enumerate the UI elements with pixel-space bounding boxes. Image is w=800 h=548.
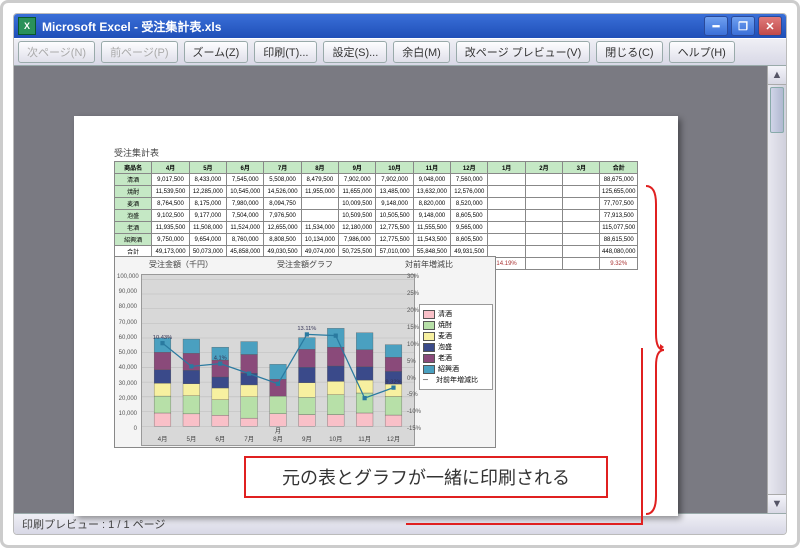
status-bar: 印刷プレビュー : 1 / 1 ページ xyxy=(14,513,786,534)
app-window: X Microsoft Excel - 受注集計表.xls ━ ❐ ✕ 次ページ… xyxy=(13,13,787,535)
table-header: 1月 xyxy=(488,162,525,174)
margin-button[interactable]: 余白(M) xyxy=(393,41,450,63)
scroll-thumb[interactable] xyxy=(770,87,784,133)
table-row: 紹興酒9,750,0009,654,0008,760,0008,808,5001… xyxy=(115,234,638,246)
svg-text:5月: 5月 xyxy=(186,435,196,443)
chart-title: 受注金額グラフ xyxy=(243,259,367,270)
chart-y2-title: 対前年増減比 xyxy=(367,259,491,270)
table-header: 7月 xyxy=(264,162,301,174)
minimize-button[interactable]: ━ xyxy=(704,16,728,36)
maximize-button[interactable]: ❐ xyxy=(731,16,755,36)
svg-text:9月: 9月 xyxy=(302,435,312,443)
svg-text:月: 月 xyxy=(275,427,281,435)
table-header: 12月 xyxy=(451,162,488,174)
print-button[interactable]: 印刷(T)... xyxy=(254,41,317,63)
zoom-button[interactable]: ズーム(Z) xyxy=(184,41,249,63)
table-header: 10月 xyxy=(376,162,413,174)
prev-page-button[interactable]: 前ページ(P) xyxy=(101,41,177,63)
svg-text:11月: 11月 xyxy=(358,435,371,443)
table-row: 焼酎11,539,50012,285,00010,545,00014,526,0… xyxy=(115,186,638,198)
table-header: 4月 xyxy=(152,162,189,174)
svg-text:12月: 12月 xyxy=(387,435,400,443)
chart-plot-area: 4月 5月 6月 7月 8月 9月 10月 11月 12月 月 10.43% 4.1% 13.11% 9.… xyxy=(141,274,415,446)
svg-text:13.11%: 13.11% xyxy=(297,326,316,332)
preview-workspace: 受注集計表 商品名4月5月6月7月8月9月10月11月12月1月2月3月合計 清… xyxy=(14,66,786,513)
excel-icon: X xyxy=(18,17,36,35)
table-header: 2月 xyxy=(525,162,562,174)
chart-y2-axis: 30%25%20%15%10%5%0%-5%-10%-15% xyxy=(407,274,425,432)
svg-text:8月: 8月 xyxy=(273,435,283,443)
table-row: 泡盛9,102,5009,177,0007,504,0007,976,50010… xyxy=(115,210,638,222)
svg-text:10.43%: 10.43% xyxy=(153,335,172,341)
svg-text:4.1%: 4.1% xyxy=(214,355,227,361)
data-table: 商品名4月5月6月7月8月9月10月11月12月1月2月3月合計 清酒9,017… xyxy=(114,161,638,270)
vertical-scrollbar[interactable]: ▲ ▼ xyxy=(767,66,786,513)
table-header: 合計 xyxy=(600,162,638,174)
table-row: 老酒11,935,50011,508,00011,524,00012,655,0… xyxy=(115,222,638,234)
close-preview-button[interactable]: 閉じる(C) xyxy=(596,41,662,63)
table-header: 9月 xyxy=(339,162,376,174)
scroll-up-icon[interactable]: ▲ xyxy=(768,66,786,85)
table-row: 麦酒8,764,5008,175,0007,980,0008,094,75010… xyxy=(115,198,638,210)
print-preview-toolbar: 次ページ(N) 前ページ(P) ズーム(Z) 印刷(T)... 設定(S)...… xyxy=(14,38,786,66)
page-break-preview-button[interactable]: 改ページ プレビュー(V) xyxy=(456,41,591,63)
close-button[interactable]: ✕ xyxy=(758,16,782,36)
chart: 受注金額（千円） 受注金額グラフ 対前年増減比 100,00090,00080,… xyxy=(114,256,496,448)
setup-button[interactable]: 設定(S)... xyxy=(323,41,387,63)
window-title: Microsoft Excel - 受注集計表.xls xyxy=(42,18,221,35)
screenshot-frame: X Microsoft Excel - 受注集計表.xls ━ ❐ ✕ 次ページ… xyxy=(0,0,800,548)
svg-text:7月: 7月 xyxy=(244,435,254,443)
table-header: 11月 xyxy=(413,162,450,174)
svg-text:6月: 6月 xyxy=(215,435,225,443)
svg-text:9.32%: 9.32% xyxy=(385,379,401,385)
help-button[interactable]: ヘルプ(H) xyxy=(669,41,735,63)
table-header: 5月 xyxy=(189,162,226,174)
preview-page[interactable]: 受注集計表 商品名4月5月6月7月8月9月10月11月12月1月2月3月合計 清… xyxy=(74,116,678,516)
table-header: 3月 xyxy=(563,162,600,174)
table-header: 6月 xyxy=(227,162,264,174)
table-header: 商品名 xyxy=(115,162,152,174)
annotation-brace xyxy=(642,184,666,516)
table-title: 受注集計表 xyxy=(114,146,638,159)
chart-legend: 清酒焼酎麦酒泡盛老酒紹興酒─対前年増減比 xyxy=(419,304,493,390)
annotation-callout: 元の表とグラフが一緒に印刷される xyxy=(244,456,608,498)
status-text: 印刷プレビュー : 1 / 1 ページ xyxy=(22,516,165,532)
table-header: 8月 xyxy=(301,162,338,174)
scroll-down-icon[interactable]: ▼ xyxy=(768,494,786,513)
svg-text:4月: 4月 xyxy=(158,435,168,443)
titlebar[interactable]: X Microsoft Excel - 受注集計表.xls ━ ❐ ✕ xyxy=(14,14,786,38)
svg-text:10月: 10月 xyxy=(329,435,342,443)
chart-y1-axis: 100,00090,00080,00070,00060,00050,00040,… xyxy=(117,274,137,432)
chart-y1-title: 受注金額（千円） xyxy=(119,259,243,270)
table-row: 清酒9,017,5008,433,0007,545,0005,508,0008,… xyxy=(115,174,638,186)
next-page-button[interactable]: 次ページ(N) xyxy=(18,41,95,63)
